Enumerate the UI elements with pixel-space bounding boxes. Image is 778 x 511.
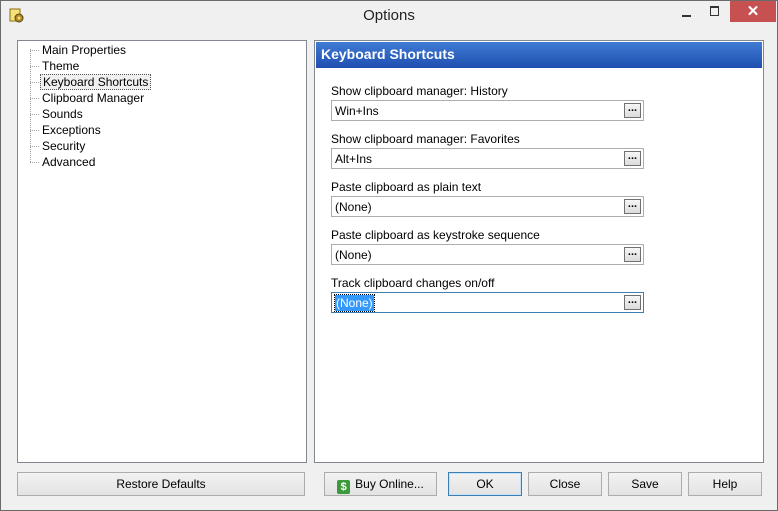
field-value: (None) [335,200,372,214]
tree-item-label: Sounds [42,107,83,121]
restore-defaults-button[interactable]: Restore Defaults [17,472,305,496]
options-window: Options ✕ Main Properties Theme Keyboard… [0,0,778,511]
field-value: Alt+Ins [335,152,373,166]
maximize-button[interactable] [701,1,728,22]
browse-button[interactable]: ... [624,295,641,310]
favorites-shortcut-label: Show clipboard manager: Favorites [331,132,520,146]
tree-item-label: Security [42,139,86,153]
window-title: Options [363,7,415,24]
close-window-button[interactable]: ✕ [730,1,776,22]
buy-online-button[interactable]: $ Buy Online... [324,472,437,496]
tree-item-label: Main Properties [42,43,127,57]
tree-item-label: Advanced [42,155,96,169]
favorites-shortcut-field[interactable]: Alt+Ins ... [331,148,644,169]
browse-button[interactable]: ... [624,103,641,118]
tree-item-label: Keyboard Shortcuts [40,74,152,90]
plain-text-shortcut-label: Paste clipboard as plain text [331,180,482,194]
options-tree[interactable]: Main Properties Theme Keyboard Shortcuts… [17,40,307,463]
title-bar: Options ✕ [1,1,777,31]
help-button[interactable]: Help [688,472,762,496]
browse-button[interactable]: ... [624,247,641,262]
keystroke-shortcut-label: Paste clipboard as keystroke sequence [331,228,540,242]
save-button[interactable]: Save [608,472,682,496]
history-shortcut-label: Show clipboard manager: History [331,84,508,98]
panel-header: Keyboard Shortcuts [316,42,762,68]
dollar-icon: $ [337,480,351,494]
field-value: (None) [335,248,372,262]
ok-button[interactable]: OK [448,472,522,496]
plain-text-shortcut-field[interactable]: (None) ... [331,196,644,217]
field-value: (None) [334,294,375,312]
field-value: Win+Ins [335,104,379,118]
history-shortcut-field[interactable]: Win+Ins ... [331,100,644,121]
panel-title: Keyboard Shortcuts [321,46,455,62]
track-changes-shortcut-label: Track clipboard changes on/off [331,276,495,290]
close-button[interactable]: Close [528,472,602,496]
track-changes-shortcut-field[interactable]: (None) ... [331,292,644,313]
minimize-button[interactable] [673,1,700,22]
browse-button[interactable]: ... [624,151,641,166]
keystroke-shortcut-field[interactable]: (None) ... [331,244,644,265]
tree-item-label: Theme [42,59,80,73]
tree-item-label: Clipboard Manager [42,91,145,105]
close-icon: ✕ [746,3,760,20]
buy-online-label: Buy Online... [355,477,424,491]
shortcuts-panel: Keyboard Shortcuts Show clipboard manage… [314,40,764,463]
browse-button[interactable]: ... [624,199,641,214]
tree-item-label: Exceptions [42,123,101,137]
